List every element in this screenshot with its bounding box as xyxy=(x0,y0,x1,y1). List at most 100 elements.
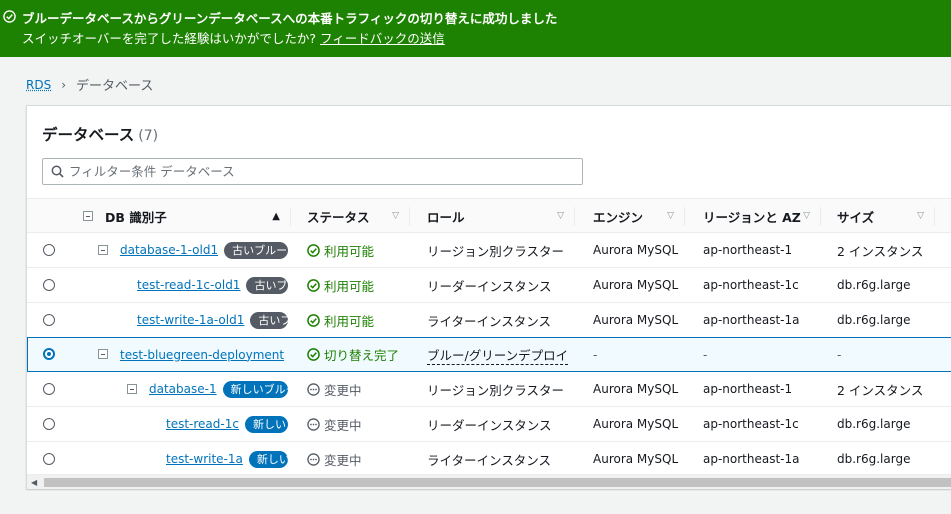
table-row[interactable]: test-write-1a-old1 古いブルー 利用可能 ライターインスタンス… xyxy=(27,303,951,338)
size-text: db.r6g.large xyxy=(837,417,911,431)
sort-icon[interactable]: ▽ xyxy=(392,211,399,221)
db-identifier-link[interactable]: database-1-old1 xyxy=(120,243,218,257)
table-header: DB 識別子 ▲ ステータス ▽ ロール ▽ エンジン ▽ リージョンと AZ … xyxy=(27,198,951,233)
feedback-link[interactable]: フィードバックの送信 xyxy=(320,31,445,46)
size-text: db.r6g.large xyxy=(837,313,911,327)
in-progress-icon xyxy=(307,382,320,396)
row-radio[interactable] xyxy=(43,279,55,291)
row-radio[interactable] xyxy=(43,244,55,256)
banner-subtitle-text: スイッチオーバーを完了した経験はいかがでしたか? xyxy=(22,31,317,46)
success-flashbar: ブルーデータベースからグリーンデータベースへの本番トラフィックの切り替えに成功し… xyxy=(0,0,951,57)
sort-icon[interactable]: ▽ xyxy=(803,211,810,221)
col-header-size[interactable]: サイズ ▽ xyxy=(837,199,934,234)
size-text: 2 インスタンス xyxy=(837,382,924,398)
region-text: ap-northeast-1 xyxy=(703,243,793,257)
database-count: (7) xyxy=(138,128,159,144)
sort-icon[interactable]: ▽ xyxy=(917,211,924,221)
region-text: ap-northeast-1a xyxy=(703,452,800,466)
col-header-role[interactable]: ロール ▽ xyxy=(427,199,574,234)
collapse-icon[interactable] xyxy=(98,349,108,359)
databases-panel: データベース(7) DB 識別子 ▲ ステータス ▽ ロール ▽ エンジン ▽ xyxy=(26,105,951,489)
row-radio[interactable] xyxy=(43,418,55,430)
col-header-engine[interactable]: エンジン ▽ xyxy=(593,199,684,234)
table-row[interactable]: database-1 新しいブルー 変更中 リージョン別クラスター Aurora… xyxy=(27,372,951,407)
db-identifier-link[interactable]: test-read-1c xyxy=(166,417,239,431)
panel-title-text: データベース xyxy=(42,126,135,144)
col-size-label: サイズ xyxy=(837,210,875,225)
sort-icon[interactable]: ▽ xyxy=(557,211,564,221)
filter-input[interactable] xyxy=(69,161,569,182)
scrollbar-thumb[interactable] xyxy=(44,478,951,487)
check-circle-icon xyxy=(307,243,320,257)
db-identifier-link[interactable]: test-write-1a xyxy=(166,452,243,466)
row-radio[interactable] xyxy=(43,453,55,465)
size-text: 2 インスタンス xyxy=(837,243,924,259)
engine-text: Aurora MySQL xyxy=(593,278,679,292)
db-identifier-link[interactable]: test-write-1a-old1 xyxy=(137,313,244,327)
col-header-region[interactable]: リージョンと AZ ▽ xyxy=(703,199,820,234)
status-text: 変更中 xyxy=(324,382,362,398)
role-badge: 新しいブルー xyxy=(244,415,288,433)
horizontal-scrollbar[interactable]: ◀ xyxy=(27,474,951,489)
region-text: - xyxy=(703,347,708,362)
table-row[interactable]: test-read-1c 新しいブルー 変更中 リーダーインスタンス Auror… xyxy=(27,407,951,442)
role-badge: 古いブルー xyxy=(250,311,288,329)
engine-text: Aurora MySQL xyxy=(593,313,679,327)
breadcrumb: RDS › データベース xyxy=(26,75,154,95)
table-row[interactable]: test-write-1a 新しいブルー 変更中 ライターインスタンス Auro… xyxy=(27,442,951,477)
breadcrumb-current: データベース xyxy=(76,79,154,94)
filter-box[interactable] xyxy=(42,158,583,185)
role-text: リーダーインスタンス xyxy=(427,278,552,294)
in-progress-icon xyxy=(307,452,320,466)
size-text: db.r6g.large xyxy=(837,452,911,466)
collapse-icon[interactable] xyxy=(98,245,108,255)
region-text: ap-northeast-1 xyxy=(703,382,793,396)
banner-title: ブルーデータベースからグリーンデータベースへの本番トラフィックの切り替えに成功し… xyxy=(22,11,558,26)
table-row[interactable]: database-1-old1 古いブルー 利用可能 リージョン別クラスター A… xyxy=(27,233,951,268)
check-circle-icon xyxy=(307,313,320,327)
sort-ascending-icon[interactable]: ▲ xyxy=(272,211,280,222)
role-text: リージョン別クラスター xyxy=(427,243,565,259)
status-text: 変更中 xyxy=(324,452,362,468)
table-row[interactable]: test-read-1c-old1 古いブルー 利用可能 リーダーインスタンス … xyxy=(27,268,951,303)
collapse-all-icon[interactable] xyxy=(83,211,93,221)
role-text[interactable]: ブルー/グリーンデプロイ xyxy=(427,345,569,365)
db-identifier-link[interactable]: database-1 xyxy=(149,382,217,396)
col-status-label: ステータス xyxy=(307,210,370,225)
db-identifier-link[interactable]: test-bluegreen-deployment xyxy=(120,348,284,362)
size-text: db.r6g.large xyxy=(837,278,911,292)
db-identifier-link[interactable]: test-read-1c-old1 xyxy=(137,278,240,292)
row-radio-selected[interactable] xyxy=(43,348,55,360)
col-role-label: ロール xyxy=(427,210,465,225)
role-text: ライターインスタンス xyxy=(427,313,552,329)
role-text: リージョン別クラスター xyxy=(427,382,565,398)
col-header-status[interactable]: ステータス ▽ xyxy=(307,199,409,234)
col-db-id-label: DB 識別子 xyxy=(105,210,167,225)
sort-icon[interactable]: ▽ xyxy=(667,211,674,221)
check-circle-icon xyxy=(3,10,16,23)
collapse-icon[interactable] xyxy=(127,384,137,394)
row-radio[interactable] xyxy=(43,383,55,395)
status-text: 利用可能 xyxy=(324,278,375,294)
region-text: ap-northeast-1a xyxy=(703,313,800,327)
role-text: リーダーインスタンス xyxy=(427,417,552,433)
check-circle-icon xyxy=(307,348,320,361)
status-text: 利用可能 xyxy=(324,313,375,329)
table-row-selected[interactable]: test-bluegreen-deployment 切り替え完了 ブルー/グリー… xyxy=(27,337,951,372)
role-badge: 新しいブルー xyxy=(222,380,288,398)
panel-title: データベース (7) xyxy=(42,123,158,145)
region-text: ap-northeast-1c xyxy=(703,278,799,292)
row-radio[interactable] xyxy=(43,314,55,326)
breadcrumb-rds-link[interactable]: RDS xyxy=(26,78,51,92)
col-engine-label: エンジン xyxy=(593,210,644,225)
status-text: 変更中 xyxy=(324,417,362,433)
engine-text: Aurora MySQL xyxy=(593,452,679,466)
col-region-label: リージョンと AZ xyxy=(703,210,801,225)
engine-text: Aurora MySQL xyxy=(593,382,679,396)
engine-text: Aurora MySQL xyxy=(593,417,679,431)
engine-text: - xyxy=(593,347,598,362)
scroll-left-icon[interactable]: ◀ xyxy=(31,478,37,487)
col-header-db-id[interactable]: DB 識別子 ▲ xyxy=(105,199,290,234)
region-text: ap-northeast-1c xyxy=(703,417,799,431)
banner-subtitle: スイッチオーバーを完了した経験はいかがでしたか? フィードバックの送信 xyxy=(22,28,445,47)
